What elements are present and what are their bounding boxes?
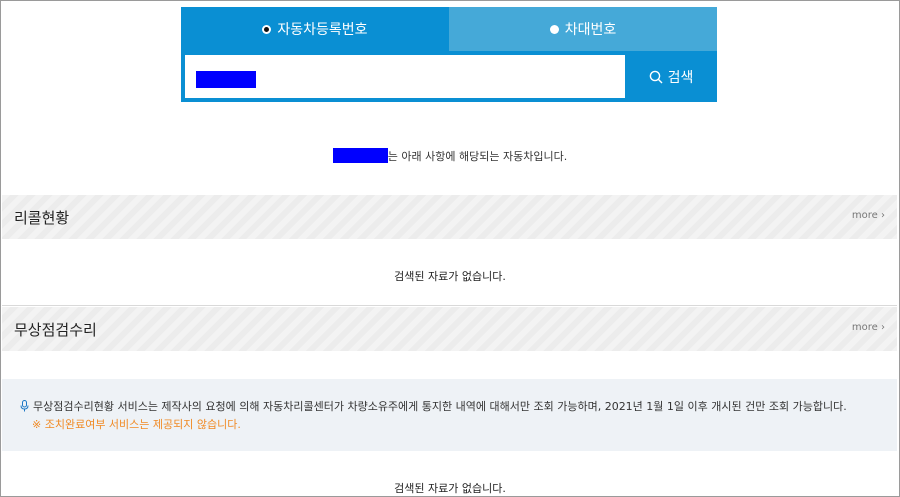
search-icon — [649, 70, 663, 83]
redacted-plate-inline — [332, 148, 388, 163]
section-title: 무상점검수리 — [14, 321, 97, 339]
notice-warning: ※ 조치완료여부 서비스는 제공되지 않습니다. — [32, 418, 241, 431]
tab-vin-number[interactable]: 차대번호 — [449, 7, 717, 51]
more-link-recall[interactable]: more › — [852, 210, 885, 221]
search-panel: 자동차등록번호 차대번호 검색 — [181, 7, 717, 102]
section-title: 리콜현황 — [14, 209, 70, 227]
section-header-free-repair: 무상점검수리 more › — [2, 307, 897, 351]
result-summary: 는 아래 사항에 해당되는 자동차입니다. — [0, 148, 900, 164]
notice-box: 무상점검수리현황 서비스는 제작사의 요청에 의해 자동차리콜센터가 차량소유주… — [2, 379, 897, 451]
empty-message-free-repair: 검색된 자료가 없습니다. — [394, 482, 506, 495]
tab-label: 자동차등록번호 — [277, 22, 368, 38]
search-input[interactable] — [185, 55, 629, 100]
empty-message-recall: 검색된 자료가 없습니다. — [394, 270, 506, 283]
search-input-wrapper — [185, 55, 629, 100]
section-divider — [2, 305, 897, 306]
search-button-label: 검색 — [667, 69, 694, 86]
radio-selected-icon[interactable] — [262, 24, 272, 34]
more-link-free-repair[interactable]: more › — [852, 322, 885, 333]
result-suffix: 는 아래 사항에 해당되는 자동차입니다. — [387, 150, 568, 163]
microphone-icon — [20, 400, 29, 412]
notice-line: 무상점검수리현황 서비스는 제작사의 요청에 의해 자동차리콜센터가 차량소유주… — [20, 398, 847, 414]
tab-label: 차대번호 — [564, 22, 617, 38]
section-header-recall: 리콜현황 more › — [2, 195, 897, 239]
radio-unselected-icon[interactable] — [549, 24, 559, 34]
search-button[interactable]: 검색 — [625, 51, 717, 102]
notice-text: 무상점검수리현황 서비스는 제작사의 요청에 의해 자동차리콜센터가 차량소유주… — [33, 400, 847, 413]
tab-registration-number[interactable]: 자동차등록번호 — [181, 7, 449, 51]
